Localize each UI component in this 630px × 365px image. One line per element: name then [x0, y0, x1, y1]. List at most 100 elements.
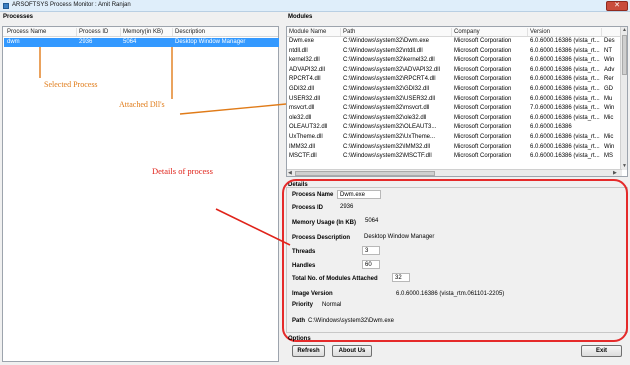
process-row-selected[interactable]: dwm 2936 5064 Desktop Window Manager	[4, 38, 279, 47]
module-name-cell: ADVAPI32.dll	[289, 66, 325, 73]
module-company-cell: Microsoft Corporation	[454, 66, 512, 73]
module-row[interactable]: ole32.dll C:\Windows\system32\ole32.dll Mi…	[287, 114, 621, 124]
modules-horizontal-scrollbar[interactable]: ◀ ▶	[287, 169, 622, 176]
modules-list[interactable]: Module Name Path Company Version Dwm.exe…	[286, 26, 628, 177]
module-row[interactable]: ntdll.dll C:\Windows\system32\ntdll.dll Mi…	[287, 47, 621, 57]
module-name-cell: IMM32.dll	[289, 143, 316, 150]
scroll-up-icon[interactable]: ▲	[622, 27, 627, 33]
module-company-cell: Microsoft Corporation	[454, 114, 512, 121]
module-path-cell: C:\Windows\system32\UxTheme...	[343, 133, 436, 140]
module-row[interactable]: Dwm.exe C:\Windows\system32\Dwm.exe Micros…	[287, 37, 621, 47]
module-company-cell: Microsoft Corporation	[454, 47, 512, 54]
module-company-cell: Microsoft Corporation	[454, 124, 512, 131]
col-description[interactable]: Description	[173, 28, 277, 36]
col-module-name[interactable]: Module Name	[287, 28, 341, 36]
module-name-cell: kernel32.dll	[289, 57, 320, 64]
module-row[interactable]: msvcrt.dll C:\Windows\system32\msvcrt.dll…	[287, 104, 621, 114]
module-version-cell: 6.0.6000.16386 (vista_rt...	[530, 133, 600, 140]
module-row[interactable]: RPCRT4.dll C:\Windows\system32\RPCRT4.dll…	[287, 75, 621, 85]
module-row[interactable]: kernel32.dll C:\Windows\system32\kernel32…	[287, 56, 621, 66]
module-path-cell: C:\Windows\system32\USER32.dll	[343, 95, 436, 102]
module-version-cell: 6.0.6000.16386 (vista_rt...	[530, 66, 600, 73]
module-company-cell: Microsoft Corporation	[454, 153, 512, 160]
about-us-button[interactable]: About Us	[332, 345, 372, 357]
scroll-left-icon[interactable]: ◀	[288, 170, 292, 176]
processes-list[interactable]: Process Name Process ID Memory(in KB) De…	[2, 26, 279, 362]
module-company-cell: Microsoft Corporation	[454, 143, 512, 150]
refresh-button[interactable]: Refresh	[292, 345, 325, 357]
module-version-cell: 6.0.6000.16386	[530, 124, 572, 131]
module-version-cell: 6.0.6000.16386 (vista_rt...	[530, 153, 600, 160]
module-version-cell: 6.0.6000.16386 (vista_rt...	[530, 57, 600, 64]
vertical-scroll-thumb[interactable]	[622, 35, 627, 75]
module-company-cell: Microsoft Corporation	[454, 57, 512, 64]
module-extra-cell: MS	[604, 153, 613, 160]
module-company-cell: Microsoft Corporation	[454, 85, 512, 92]
attached-dlls-annotation: Attached Dll's	[119, 100, 165, 109]
col-extra[interactable]	[602, 28, 622, 36]
module-company-cell: Microsoft Corporation	[454, 95, 512, 102]
modules-vertical-scrollbar[interactable]: ▲ ▼	[620, 27, 627, 170]
col-memory[interactable]: Memory(in KB)	[121, 28, 173, 36]
module-version-cell: 6.0.6000.16386 (vista_rt...	[530, 47, 600, 54]
process-description-cell: Desktop Window Manager	[175, 39, 246, 45]
module-name-cell: OLEAUT32.dll	[289, 124, 328, 131]
module-extra-cell: NT	[604, 47, 612, 54]
module-version-cell: 6.0.6000.16386 (vista_rt...	[530, 76, 600, 83]
processes-header: Process Name Process ID Memory(in KB) De…	[3, 27, 278, 37]
col-path[interactable]: Path	[341, 28, 452, 36]
modules-rows: Dwm.exe C:\Windows\system32\Dwm.exe Micros…	[287, 37, 621, 169]
module-path-cell: C:\Windows\system32\MSCTF.dll	[343, 153, 432, 160]
scroll-down-icon[interactable]: ▼	[622, 163, 627, 169]
module-extra-cell: Mic	[604, 133, 614, 140]
app-icon	[3, 3, 9, 9]
horizontal-scroll-thumb[interactable]	[295, 171, 435, 176]
process-memory-cell: 5064	[123, 39, 137, 45]
options-group-label: Options	[288, 336, 311, 342]
col-process-id[interactable]: Process ID	[77, 28, 121, 36]
modules-header: Module Name Path Company Version	[287, 27, 627, 37]
module-row[interactable]: OLEAUT32.dll C:\Windows\system32\OLEAUT3.…	[287, 123, 621, 133]
module-row[interactable]: GDI32.dll C:\Windows\system32\GDI32.dll Mi…	[287, 85, 621, 95]
module-company-cell: Microsoft Corporation	[454, 38, 512, 44]
module-extra-cell: Rer	[604, 76, 614, 83]
scroll-right-icon[interactable]: ▶	[613, 170, 617, 176]
module-path-cell: C:\Windows\system32\ADVAPI32.dll	[343, 66, 440, 73]
module-name-cell: UxTheme.dll	[289, 133, 323, 140]
module-path-cell: C:\Windows\system32\kernel32.dll	[343, 57, 435, 64]
module-path-cell: C:\Windows\system32\ntdll.dll	[343, 47, 423, 54]
module-path-cell: C:\Windows\system32\RPCRT4.dll	[343, 76, 436, 83]
module-row[interactable]: ADVAPI32.dll C:\Windows\system32\ADVAPI32…	[287, 66, 621, 76]
module-extra-cell: Win	[604, 143, 615, 150]
selected-process-annotation: Selected Process	[44, 80, 98, 89]
module-version-cell: 6.0.6000.16386 (vista_rt...	[530, 95, 600, 102]
exit-button[interactable]: Exit	[581, 345, 622, 357]
module-name-cell: USER32.dll	[289, 95, 321, 102]
modules-group-label: Modules	[288, 14, 313, 20]
module-name-cell: Dwm.exe	[289, 38, 315, 44]
process-id-cell: 2936	[79, 39, 93, 45]
module-row[interactable]: UxTheme.dll C:\Windows\system32\UxTheme..…	[287, 133, 621, 143]
module-version-cell: 6.0.6000.16386 (vista_rt...	[530, 85, 600, 92]
module-name-cell: ole32.dll	[289, 114, 312, 121]
module-extra-cell: Adv	[604, 66, 615, 73]
title-bar: ARSOFTSYS Process Monitor : Amit Ranjan …	[0, 0, 630, 12]
module-row[interactable]: IMM32.dll C:\Windows\system32\IMM32.dll Mi…	[287, 143, 621, 153]
module-path-cell: C:\Windows\system32\msvcrt.dll	[343, 105, 430, 112]
module-company-cell: Microsoft Corporation	[454, 105, 512, 112]
module-company-cell: Microsoft Corporation	[454, 76, 512, 83]
col-process-name[interactable]: Process Name	[5, 28, 77, 36]
col-version[interactable]: Version	[528, 28, 602, 36]
process-name-cell: dwm	[7, 39, 20, 45]
module-extra-cell	[602, 123, 621, 133]
processes-group-label: Processes	[3, 14, 34, 20]
details-highlight-ellipse	[282, 179, 628, 342]
module-row[interactable]: MSCTF.dll C:\Windows\system32\MSCTF.dll Mi…	[287, 152, 621, 162]
module-row[interactable]: USER32.dll C:\Windows\system32\USER32.dll…	[287, 95, 621, 105]
col-company[interactable]: Company	[452, 28, 528, 36]
module-version-cell: 6.0.6000.16386 (vista_rt...	[530, 143, 600, 150]
module-path-cell: C:\Windows\system32\ole32.dll	[343, 114, 427, 121]
module-extra-cell: Des	[604, 38, 615, 44]
window-title: ARSOFTSYS Process Monitor : Amit Ranjan	[12, 2, 131, 8]
close-button[interactable]: ✕	[606, 1, 628, 11]
